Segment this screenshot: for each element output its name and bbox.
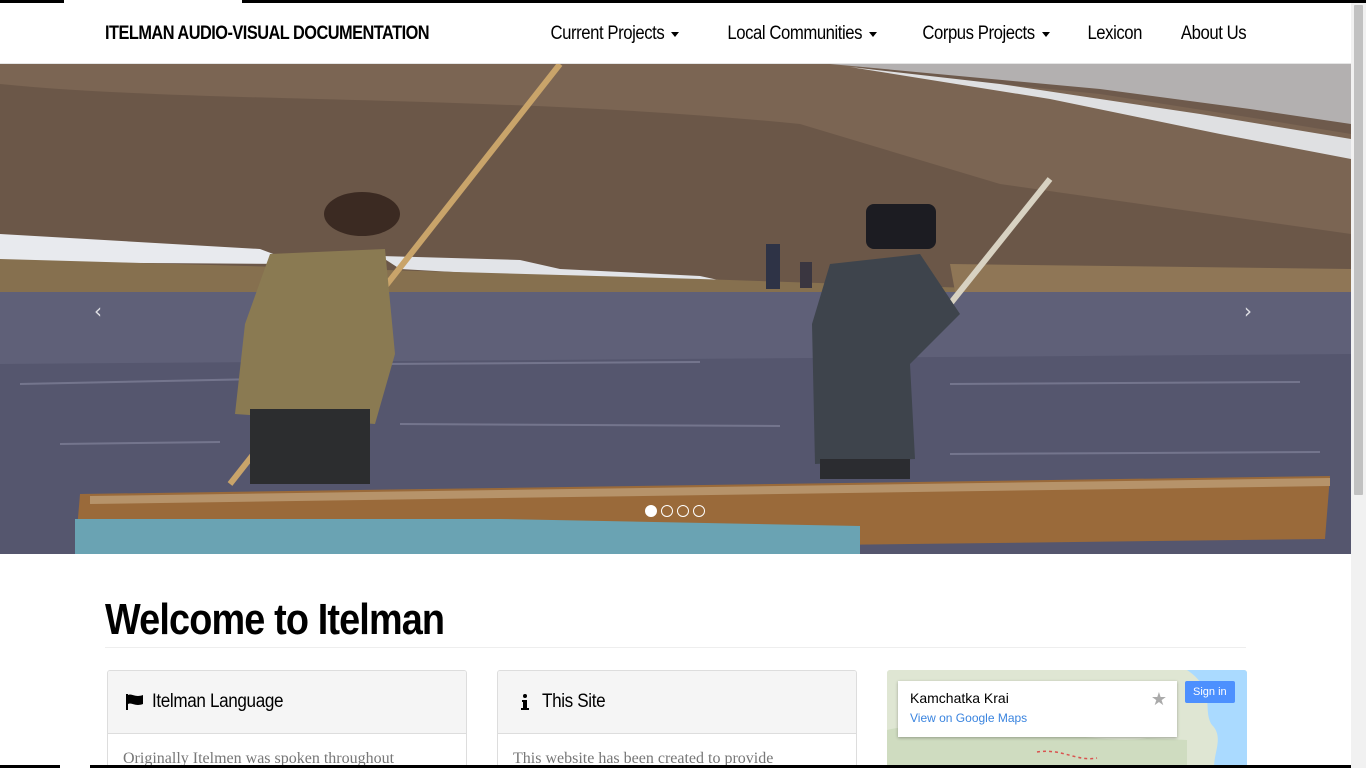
nav-item-lexicon[interactable]: Lexicon: [1050, 23, 1142, 45]
panel-heading: Itelman Language: [108, 671, 466, 734]
panel-this-site: This Site This website has been created …: [497, 670, 857, 768]
panel-title: This Site: [542, 691, 606, 712]
vertical-scrollbar[interactable]: [1351, 3, 1366, 768]
navbar: ITELMAN AUDIO-VISUAL DOCUMENTATION Curre…: [0, 3, 1351, 64]
carousel-slide-image: [0, 64, 1351, 554]
caret-down-icon: [1041, 32, 1050, 37]
title-divider: [105, 647, 1246, 648]
caret-down-icon: [869, 32, 878, 37]
carousel-indicator[interactable]: [677, 505, 689, 517]
map-sign-in-button[interactable]: Sign in: [1185, 681, 1235, 703]
nav-item-about-us[interactable]: About Us: [1142, 22, 1247, 45]
scrollbar-thumb[interactable]: [1354, 5, 1363, 495]
nav-item-local-communities[interactable]: Local Communities: [679, 22, 878, 45]
carousel-indicator[interactable]: [645, 505, 657, 517]
panel-body-text: This website has been created to provide: [513, 750, 774, 767]
star-icon[interactable]: ★: [1151, 689, 1167, 710]
panel-itelman-language: Itelman Language Originally Itelmen was …: [107, 670, 467, 768]
hero-carousel: ‹ ›: [0, 64, 1351, 554]
map-place-title: Kamchatka Krai: [910, 690, 1009, 706]
nav-item-label: About Us: [1180, 22, 1247, 44]
nav-item-current-projects[interactable]: Current Projects: [505, 22, 680, 45]
carousel-indicator[interactable]: [693, 505, 705, 517]
panel-heading: This Site: [498, 671, 856, 734]
panel-title: Itelman Language: [152, 691, 284, 712]
page-title: Welcome to Itelman: [105, 595, 445, 644]
nav-item-label: Current Projects: [550, 22, 665, 44]
nav-item-label: Corpus Projects: [922, 22, 1035, 44]
map-info-card: Kamchatka Krai View on Google Maps ★: [898, 681, 1177, 737]
embedded-map[interactable]: Kamchatka Krai View on Google Maps ★ Sig…: [887, 670, 1247, 768]
nav-item-label: Lexicon: [1087, 22, 1142, 44]
carousel-indicators: [645, 505, 705, 517]
caret-down-icon: [671, 32, 680, 37]
carousel-prev-icon[interactable]: ‹: [94, 299, 102, 323]
flag-icon: [126, 694, 143, 710]
site-brand[interactable]: ITELMAN AUDIO-VISUAL DOCUMENTATION: [105, 23, 430, 45]
panel-body-text: Originally Itelmen was spoken throughout: [123, 750, 395, 767]
nav-item-label: Local Communities: [727, 22, 863, 44]
carousel-next-icon[interactable]: ›: [1244, 299, 1252, 323]
nav-item-corpus-projects[interactable]: Corpus Projects: [877, 23, 1050, 45]
info-icon: [521, 694, 529, 710]
nav-menu: Current Projects Local Communities Corpu…: [505, 3, 1246, 64]
carousel-indicator[interactable]: [661, 505, 673, 517]
view-on-google-maps-link[interactable]: View on Google Maps: [910, 711, 1165, 725]
